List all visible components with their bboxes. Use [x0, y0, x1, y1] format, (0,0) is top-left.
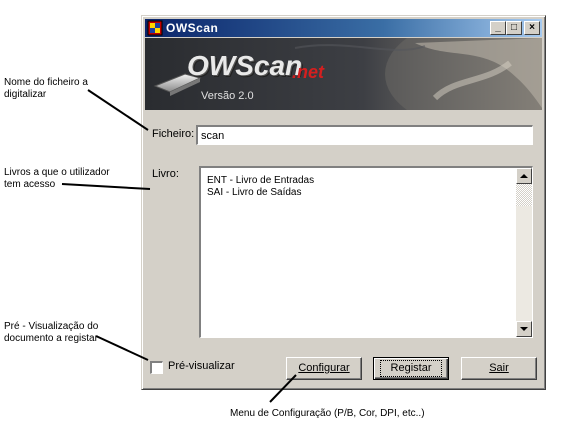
registar-focus: Registar	[379, 360, 443, 377]
annotation-line: Livros a que o utilizador	[4, 167, 110, 178]
sair-button[interactable]: Sair	[461, 357, 537, 380]
livro-label: Livro:	[152, 168, 179, 180]
annotation-books: Livros a que o utilizador tem acesso	[4, 167, 110, 191]
livro-listbox[interactable]: ENT - Livro de Entradas SAI - Livro de S…	[199, 166, 533, 338]
annotation-line: Nome do ficheiro a	[4, 77, 88, 88]
window-title: OWScan	[166, 21, 219, 35]
configurar-label: Configurar	[298, 362, 350, 374]
ficheiro-label: Ficheiro:	[152, 128, 195, 140]
logo-suffix: .net	[292, 62, 325, 82]
registar-button[interactable]: Registar	[373, 357, 449, 380]
configurar-button[interactable]: Configurar	[286, 357, 362, 380]
annotation-file-name: Nome do ficheiro a digitalizar	[4, 77, 88, 101]
preview-checkbox[interactable]	[150, 361, 163, 374]
maximize-button[interactable]: □	[506, 21, 522, 35]
list-item[interactable]: SAI - Livro de Saídas	[207, 187, 314, 199]
annotation-line: digitalizar	[4, 89, 47, 100]
maximize-icon: □	[510, 22, 518, 33]
registar-label: Registar	[390, 362, 432, 374]
arrow-down-icon	[520, 327, 528, 331]
minimize-icon: _	[495, 22, 501, 33]
scroll-up-button[interactable]	[516, 168, 532, 184]
minimize-button[interactable]: _	[490, 21, 506, 35]
title-bar[interactable]: OWScan _ □ ×	[145, 19, 542, 37]
list-item[interactable]: ENT - Livro de Entradas	[207, 175, 314, 187]
app-icon	[147, 20, 163, 36]
scroll-down-button[interactable]	[516, 321, 532, 337]
close-button[interactable]: ×	[524, 21, 540, 35]
banner: OWScan .net Versão 2.0	[145, 38, 542, 110]
annotation-config-menu: Menu de Configuração (P/B, Cor, DPI, etc…	[230, 408, 425, 419]
arrow-up-icon	[520, 174, 528, 178]
logo: OWScan	[187, 50, 302, 82]
annotation-line: documento a registar	[4, 333, 98, 344]
annotation-preview: Pré - Visualização do documento a regist…	[4, 321, 98, 345]
preview-checkbox-label: Pré-visualizar	[168, 360, 235, 372]
annotation-line: Pré - Visualização do	[4, 321, 99, 332]
version-label: Versão 2.0	[201, 90, 254, 102]
close-icon: ×	[529, 22, 535, 33]
logo-text: OWScan	[187, 50, 303, 81]
scroll-track[interactable]	[516, 184, 532, 206]
pointer-file-name	[87, 89, 149, 131]
sair-label: Sair	[489, 362, 509, 374]
annotation-line: tem acesso	[4, 179, 56, 190]
ficheiro-input[interactable]: scan	[196, 125, 533, 145]
livro-list: ENT - Livro de Entradas SAI - Livro de S…	[207, 175, 314, 199]
vertical-scrollbar[interactable]	[516, 168, 532, 337]
